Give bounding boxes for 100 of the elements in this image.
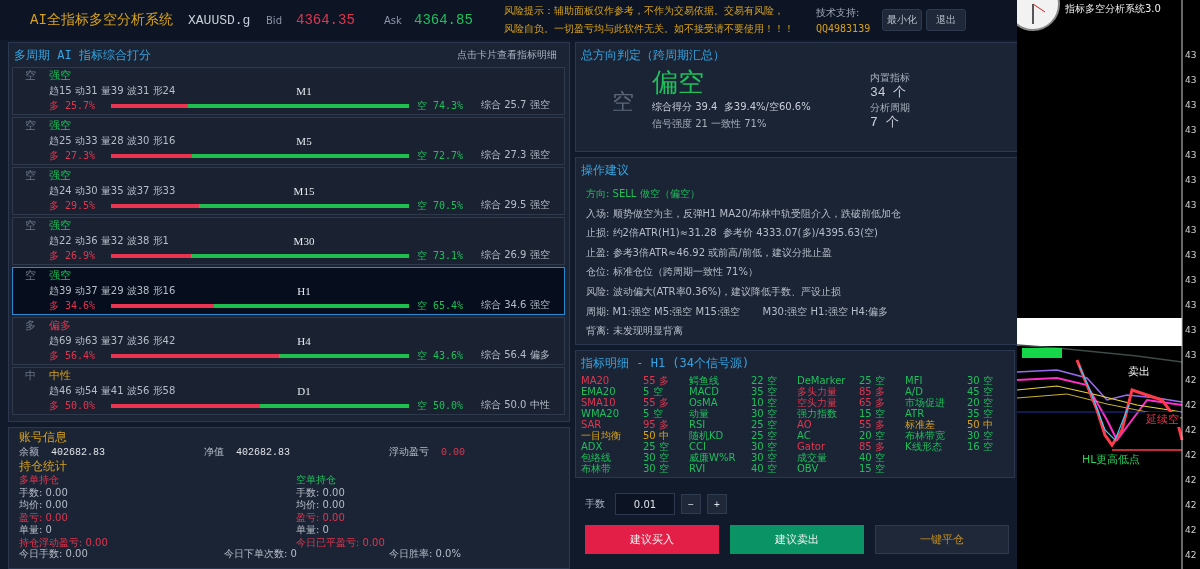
- buy-button[interactable]: 建议买入: [585, 525, 719, 554]
- indicator-name: 强力指数: [797, 408, 838, 419]
- candle-cluster: [1022, 348, 1062, 358]
- short-percent: 空 73.1%: [416, 248, 465, 263]
- period-label: M5: [295, 134, 313, 147]
- short-percent: 空 65.4%: [416, 298, 465, 313]
- indicator-name: OsMA: [689, 397, 719, 408]
- stat-label: 分析周期: [870, 101, 911, 115]
- period-label: M15: [292, 184, 316, 197]
- period-card[interactable]: 空 强空 趋24 动30 量35 波37 形33 M15 多 29.5% 空 70.5% 综合 29.5 强空: [12, 167, 565, 215]
- indicator-reading: 50 中: [643, 430, 669, 441]
- indicator-name: RVI: [689, 463, 707, 474]
- advice-line: 止损: 约2倍ATR(H1)≈31.28 参考价 4333.07(多)/4395.63(空): [586, 226, 879, 241]
- score-detail: 趋46 动54 量41 波56 形58: [49, 383, 177, 398]
- period-card[interactable]: 空 强空 趋15 动31 量39 波31 形24 M1 多 25.7% 空 74.3% 综合 25.7 强空: [12, 67, 565, 115]
- period-card[interactable]: 空 强空 趋25 动33 量28 波30 形16 M5 多 27.3% 空 72.7% 综合 27.3 强空: [12, 117, 565, 165]
- summary-text: 综合 56.4 偏多: [481, 348, 551, 362]
- score-detail: 趋15 动31 量39 波31 形24: [49, 83, 177, 98]
- axis-label: 43: [1185, 200, 1197, 210]
- advice-line: 方向: SELL 做空（偏空）: [586, 187, 701, 201]
- indicator-name: RSI: [689, 419, 707, 430]
- indicator-reading: 5 空: [643, 408, 663, 419]
- indicator-name: WMA20: [581, 408, 621, 419]
- support-contact: QQ4983139: [816, 23, 872, 34]
- indicator-name: CCI: [689, 441, 707, 452]
- score-text: 综合得分 39.4 多39.4%/空60.6%: [652, 100, 812, 114]
- indicator-name: 布林带宽: [905, 430, 946, 441]
- axis-label: 43: [1185, 125, 1197, 135]
- indicator-reading: 30 空: [643, 463, 669, 474]
- summary-text: 综合 34.6 强空: [481, 298, 551, 312]
- long-percent: 多 56.4%: [49, 348, 97, 363]
- indicator-name: SAR: [581, 419, 603, 430]
- direction-glyph: 空: [24, 68, 37, 83]
- short-percent: 空 72.7%: [416, 148, 465, 163]
- indicator-name: 标准差: [905, 419, 936, 430]
- verdict-label: 中性: [49, 368, 72, 383]
- indicator-name: A/D: [905, 386, 924, 397]
- indicator-name: 空头力量: [797, 397, 838, 408]
- short-percent: 空 70.5%: [416, 198, 465, 213]
- close-all-button[interactable]: 一键平仓: [875, 525, 1009, 554]
- chart-label: HL更高低点: [1081, 452, 1142, 467]
- sell-button[interactable]: 建议卖出: [730, 525, 864, 554]
- score-detail: 趋69 动63 量37 波36 形42: [49, 333, 177, 348]
- advice-line: 仓位: 标准仓位（跨周期一致性 71%）: [586, 265, 759, 280]
- stat-line: 单量: 0: [296, 524, 330, 536]
- period-card[interactable]: 多 偏多 趋69 动63 量37 波36 形42 H4 多 56.4% 空 43.6% 综合 56.4 偏多: [12, 317, 565, 365]
- period-label: M30: [292, 234, 316, 247]
- period-label: D1: [296, 384, 312, 397]
- indicator-reading: 30 空: [751, 452, 777, 463]
- chart-label: 延续空: [1145, 412, 1180, 427]
- verdict-label: 偏空: [652, 67, 705, 97]
- side-title: 空单持仓: [296, 474, 337, 486]
- stat-line: 今日下单次数: 0: [224, 548, 298, 560]
- score-detail: 趋24 动30 量35 波37 形33: [49, 183, 177, 198]
- summary-text: 综合 27.3 强空: [481, 148, 551, 162]
- indicator-reading: 55 多: [859, 419, 885, 430]
- direction-glyph: 空: [24, 268, 37, 283]
- short-percent: 空 74.3%: [416, 98, 465, 113]
- summary-text: 综合 50.0 中性: [481, 398, 551, 412]
- stat-line: 手数: 0.00: [296, 486, 346, 498]
- period-card[interactable]: 空 强空 趋22 动36 量32 波38 形1 M30 多 26.9% 空 73.1% 综合 26.9 强空: [12, 217, 565, 265]
- stat-line: 今日已平盈亏: 0.00: [296, 536, 386, 548]
- chart-title: 指标多空分析系统3.0: [1065, 2, 1161, 16]
- direction-glyph: 空: [611, 88, 635, 116]
- stat-line: 持仓浮动盈亏: 0.00: [19, 536, 109, 548]
- risk-notice: 风险提示：辅助面板仅作参考，不作为交易依据。交易有风险，: [504, 4, 785, 18]
- long-percent: 多 27.3%: [49, 148, 97, 163]
- field-label: 净值: [204, 445, 224, 459]
- indicator-reading: 25 空: [751, 430, 777, 441]
- long-percent: 多 34.6%: [49, 298, 97, 313]
- stat-value: 7 个: [870, 116, 900, 130]
- indicator-reading: 35 空: [967, 408, 993, 419]
- direction-glyph: 多: [24, 318, 37, 333]
- stat-value: 34 个: [870, 86, 908, 100]
- direction-glyph: 空: [24, 118, 37, 133]
- stat-line: 单量: 0: [19, 524, 53, 536]
- verdict-label: 强空: [49, 168, 72, 183]
- minimize-button[interactable]: 最小化: [882, 9, 922, 31]
- indicator-name: 威廉W%R: [689, 452, 737, 463]
- indicator-name: MACD: [689, 386, 720, 397]
- lot-field[interactable]: 0.01: [615, 493, 675, 515]
- increase-button[interactable]: +: [707, 494, 727, 514]
- risk-notice: 风险自负。一切盈亏均与此软件无关。如不接受请不要使用！！！: [504, 22, 795, 36]
- period-card[interactable]: 空 强空 趋39 动37 量29 波38 形16 H1 多 34.6% 空 65.4% 综合 34.6 强空: [12, 267, 565, 315]
- exit-button[interactable]: 退出: [926, 9, 966, 31]
- field-value: 402682.83: [51, 446, 105, 458]
- indicator-reading: 15 空: [859, 463, 885, 474]
- indicator-reading: 95 多: [643, 419, 669, 430]
- decrease-button[interactable]: −: [681, 494, 701, 514]
- panel-title: 操作建议: [581, 161, 629, 179]
- indicator-reading: 5 空: [643, 386, 663, 397]
- period-card[interactable]: 中 中性 趋46 动54 量41 波56 形58 D1 多 50.0% 空 50.0% 综合 50.0 中性: [12, 367, 565, 415]
- indicator-reading: 50 中: [967, 419, 993, 430]
- advice-line: 止盈: 参考3倍ATR≈46.92 或前高/前低，建议分批止盈: [586, 245, 833, 260]
- bid-label: Bid: [266, 14, 283, 26]
- indicator-name: EMA20: [581, 386, 617, 397]
- short-percent: 空 50.0%: [416, 398, 465, 413]
- ask-price: 4364.85: [414, 12, 474, 28]
- axis-label: 42: [1185, 375, 1197, 385]
- indicator-reading: 45 空: [967, 386, 993, 397]
